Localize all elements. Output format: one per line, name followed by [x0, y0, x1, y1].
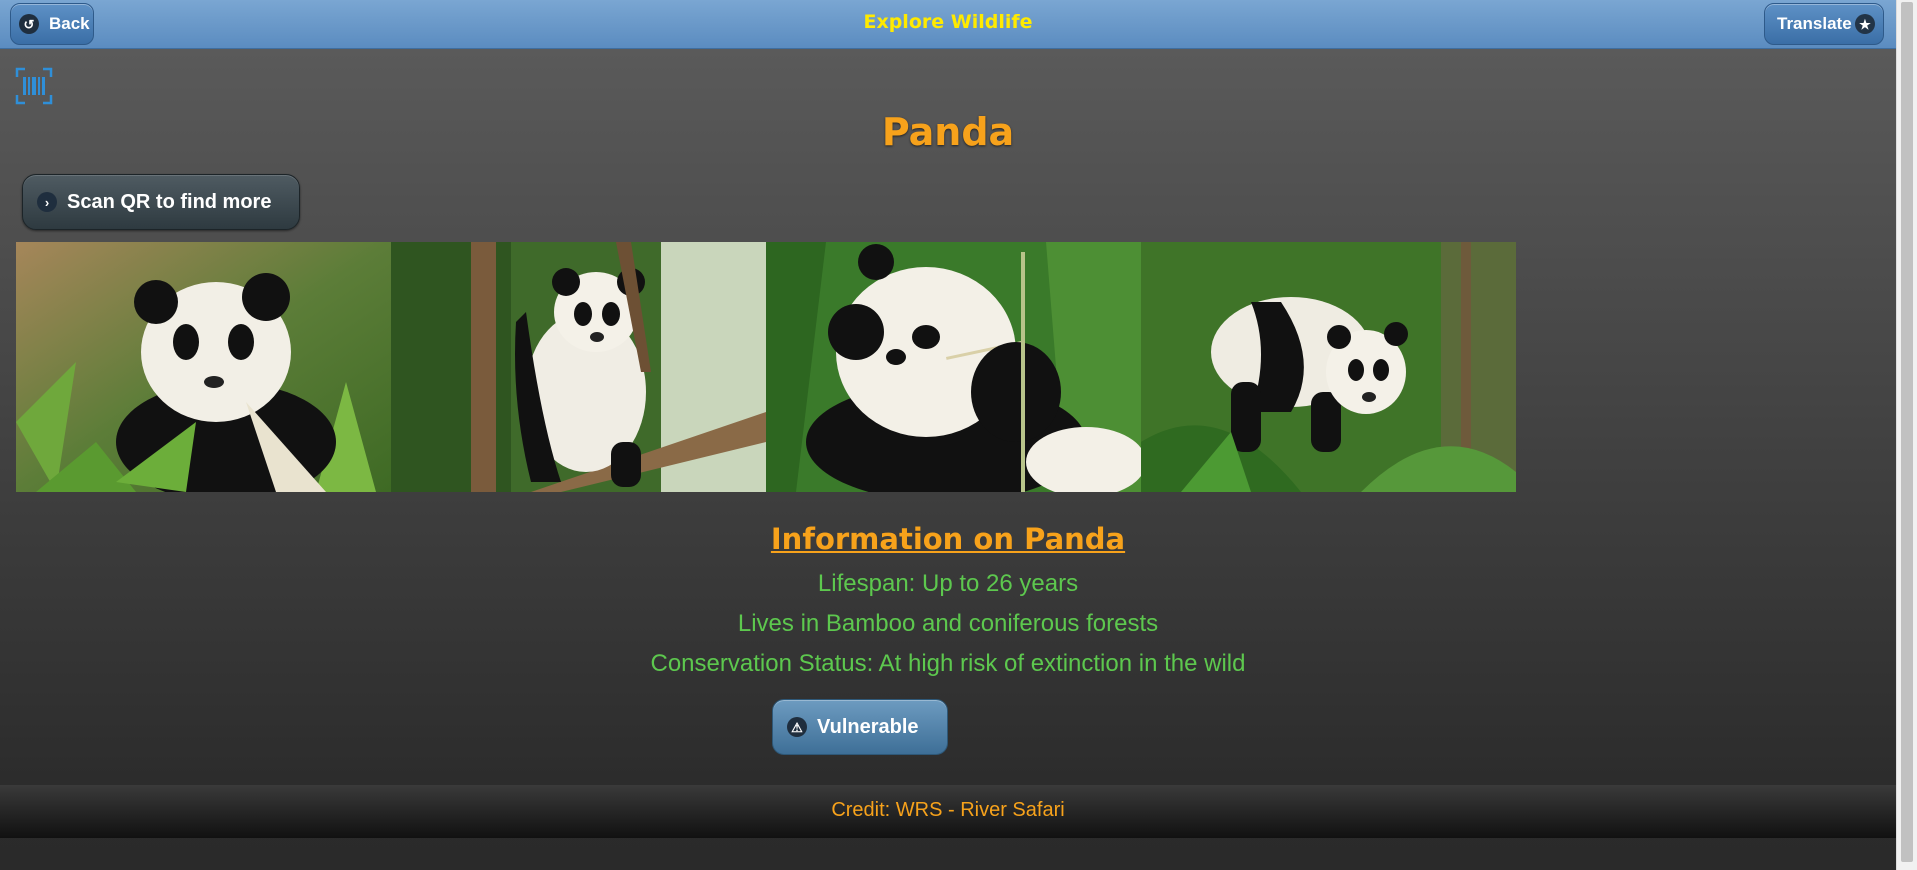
header-bar: ↺ Back Explore Wildlife Translate ★	[0, 0, 1896, 49]
scan-qr-button[interactable]: › Scan QR to find more	[22, 174, 300, 230]
scrollbar-thumb[interactable]	[1901, 2, 1913, 862]
scan-qr-label: Scan QR to find more	[67, 190, 272, 213]
footer-credit: Credit: WRS - River Safari	[831, 799, 1065, 821]
animal-title: Panda	[881, 110, 1015, 154]
translate-button-label: Translate	[1777, 14, 1852, 33]
info-lifespan: Lifespan: Up to 26 years	[817, 570, 1079, 597]
info-conservation: Conservation Status: At high risk of ext…	[650, 650, 1246, 677]
page: ↺ Back Explore Wildlife Translate ★ Pand…	[0, 0, 1896, 870]
translate-button[interactable]: Translate ★	[1764, 3, 1884, 45]
panda-photo-1	[16, 242, 391, 492]
status-label: Vulnerable	[817, 715, 919, 738]
warning-icon: ⚠	[787, 717, 807, 737]
info-habitat: Lives in Bamboo and coniferous forests	[737, 610, 1159, 637]
footer-bar: Credit: WRS - River Safari	[0, 785, 1896, 838]
status-button[interactable]: ⚠ Vulnerable	[772, 699, 948, 755]
chevron-right-icon: ›	[37, 192, 57, 212]
page-header-title: Explore Wildlife	[863, 11, 1033, 33]
barcode-scan-icon[interactable]	[15, 67, 53, 105]
photo-gallery	[16, 242, 1516, 492]
panda-photo-3	[766, 242, 1141, 492]
info-heading: Information on Panda	[770, 522, 1126, 556]
panda-photo-4	[1141, 242, 1516, 492]
star-icon: ★	[1855, 14, 1875, 34]
vertical-scrollbar[interactable]	[1896, 0, 1917, 870]
panda-photo-2	[391, 242, 766, 492]
